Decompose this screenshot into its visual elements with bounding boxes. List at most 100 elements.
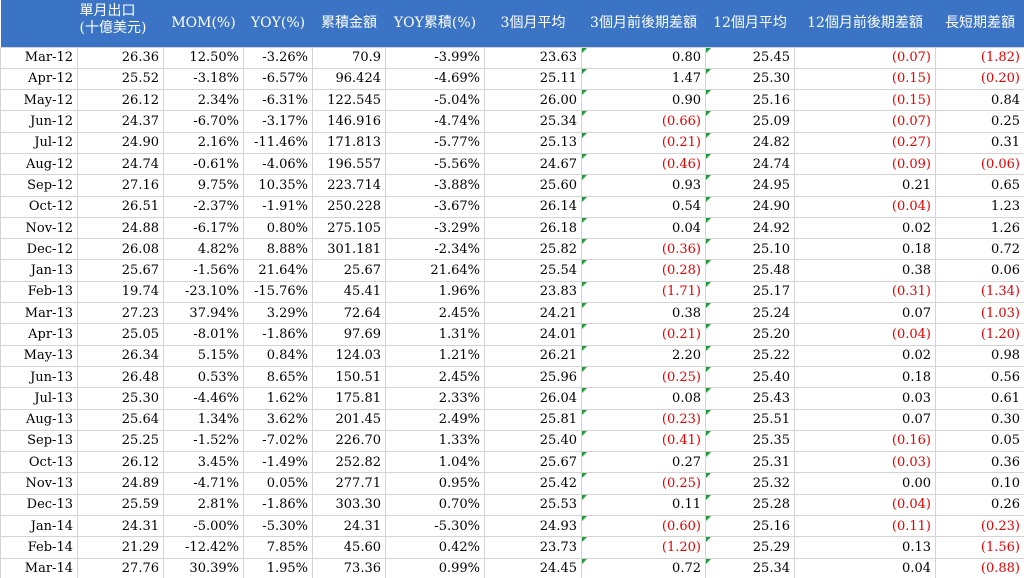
table-cell[interactable]: 2.45% [385, 365, 485, 389]
table-cell[interactable]: 0.61 [935, 387, 1024, 410]
row-month-cell[interactable]: Jul-12 [0, 131, 78, 154]
table-cell[interactable]: -1.52% [163, 429, 244, 453]
table-cell[interactable]: 277.71 [312, 472, 386, 495]
table-cell[interactable]: -4.71% [163, 472, 244, 495]
table-cell[interactable]: 25.13 [484, 131, 582, 154]
table-cell[interactable]: 0.10 [935, 472, 1024, 495]
table-cell[interactable]: 24.74 [77, 152, 164, 176]
table-cell[interactable]: 45.60 [312, 536, 386, 559]
table-cell[interactable]: 25.10 [705, 238, 795, 261]
table-cell[interactable]: 0.04 [794, 557, 936, 578]
row-month-cell[interactable]: Apr-12 [0, 67, 78, 91]
table-cell[interactable]: 0.30 [935, 408, 1024, 431]
table-cell[interactable]: -6.31% [243, 89, 313, 112]
table-cell[interactable]: 0.04 [581, 216, 706, 240]
table-cell[interactable]: 25.52 [77, 67, 164, 91]
table-cell[interactable]: 124.03 [312, 344, 386, 367]
table-cell[interactable]: 25.54 [484, 259, 582, 282]
table-cell[interactable]: 25.40 [705, 365, 795, 389]
table-cell[interactable]: 25.40 [484, 429, 582, 453]
column-header-9[interactable]: 12個月前後期差額 [795, 0, 936, 47]
table-cell[interactable]: -0.61% [163, 152, 244, 176]
table-cell[interactable]: -5.04% [385, 89, 485, 112]
column-header-0[interactable] [1, 0, 78, 47]
table-cell[interactable]: (1.56) [935, 536, 1024, 559]
row-month-cell[interactable]: Nov-12 [0, 216, 78, 240]
table-cell[interactable]: 0.07 [794, 302, 936, 325]
table-cell[interactable]: (0.21) [581, 323, 706, 346]
row-month-cell[interactable]: May-13 [0, 344, 78, 367]
row-month-cell[interactable]: Feb-14 [0, 536, 78, 559]
table-cell[interactable]: 24.88 [77, 216, 164, 240]
table-cell[interactable]: 2.16% [163, 131, 244, 154]
table-cell[interactable]: 97.69 [312, 323, 386, 346]
table-cell[interactable]: 24.45 [484, 557, 582, 578]
table-cell[interactable]: -6.70% [163, 110, 244, 133]
table-cell[interactable]: -23.10% [163, 280, 244, 304]
table-cell[interactable]: -1.49% [243, 451, 313, 474]
column-header-7[interactable]: 3個月前後期差額 [582, 0, 706, 47]
table-cell[interactable]: 25.09 [705, 110, 795, 133]
table-cell[interactable]: (0.23) [581, 408, 706, 431]
table-cell[interactable]: 45.41 [312, 280, 386, 304]
table-cell[interactable]: 37.94% [163, 302, 244, 325]
row-month-cell[interactable]: Mar-14 [0, 557, 78, 578]
column-header-8[interactable]: 12個月平均 [706, 0, 795, 47]
table-cell[interactable]: 26.08 [77, 238, 164, 261]
table-cell[interactable]: 303.30 [312, 493, 386, 517]
table-cell[interactable]: -5.30% [243, 515, 313, 538]
table-cell[interactable]: 24.82 [705, 131, 795, 154]
table-cell[interactable]: (0.36) [581, 238, 706, 261]
table-cell[interactable]: 24.31 [312, 515, 386, 538]
table-cell[interactable]: -2.34% [385, 238, 485, 261]
table-cell[interactable]: (1.71) [581, 280, 706, 304]
table-cell[interactable]: 25.16 [705, 515, 795, 538]
table-cell[interactable]: 23.73 [484, 536, 582, 559]
table-cell[interactable]: 26.14 [484, 195, 582, 218]
table-cell[interactable]: 26.48 [77, 365, 164, 389]
row-month-cell[interactable]: Jun-12 [0, 110, 78, 133]
table-cell[interactable]: 23.63 [484, 46, 582, 69]
table-cell[interactable]: (0.88) [935, 557, 1024, 578]
row-month-cell[interactable]: Sep-12 [0, 174, 78, 197]
column-header-6[interactable]: 3個月平均 [485, 0, 582, 47]
table-cell[interactable]: 25.96 [484, 365, 582, 389]
row-month-cell[interactable]: Jan-13 [0, 259, 78, 282]
table-cell[interactable]: 0.72 [581, 557, 706, 578]
table-cell[interactable]: (0.03) [794, 451, 936, 474]
table-cell[interactable]: 0.70% [385, 493, 485, 517]
row-month-cell[interactable]: Oct-12 [0, 195, 78, 218]
table-cell[interactable]: 25.48 [705, 259, 795, 282]
table-cell[interactable]: 301.181 [312, 238, 386, 261]
table-cell[interactable]: 1.31% [385, 323, 485, 346]
table-cell[interactable]: 2.34% [163, 89, 244, 112]
table-cell[interactable]: 24.95 [705, 174, 795, 197]
table-cell[interactable]: 0.00 [794, 472, 936, 495]
row-month-cell[interactable]: Aug-12 [0, 152, 78, 176]
row-month-cell[interactable]: May-12 [0, 89, 78, 112]
table-cell[interactable]: 26.51 [77, 195, 164, 218]
table-cell[interactable]: (0.27) [794, 131, 936, 154]
table-cell[interactable]: 223.714 [312, 174, 386, 197]
table-cell[interactable]: 24.89 [77, 472, 164, 495]
table-cell[interactable]: -15.76% [243, 280, 313, 304]
table-cell[interactable]: (0.07) [794, 110, 936, 133]
table-cell[interactable]: -4.69% [385, 67, 485, 91]
table-cell[interactable]: (0.66) [581, 110, 706, 133]
table-cell[interactable]: 2.45% [385, 302, 485, 325]
table-cell[interactable]: 25.30 [705, 67, 795, 91]
table-cell[interactable]: 21.29 [77, 536, 164, 559]
table-cell[interactable]: 21.64% [243, 259, 313, 282]
table-cell[interactable]: (0.60) [581, 515, 706, 538]
table-cell[interactable]: 2.49% [385, 408, 485, 431]
table-cell[interactable]: 24.31 [77, 515, 164, 538]
table-cell[interactable]: 3.29% [243, 302, 313, 325]
table-cell[interactable]: 25.67 [484, 451, 582, 474]
table-cell[interactable]: -6.57% [243, 67, 313, 91]
table-cell[interactable]: 10.35% [243, 174, 313, 197]
table-cell[interactable]: -5.30% [385, 515, 485, 538]
table-cell[interactable]: (0.15) [794, 67, 936, 91]
table-cell[interactable]: 25.20 [705, 323, 795, 346]
table-cell[interactable]: 250.228 [312, 195, 386, 218]
column-header-1[interactable]: 單月出口 (十億美元) [78, 0, 164, 47]
